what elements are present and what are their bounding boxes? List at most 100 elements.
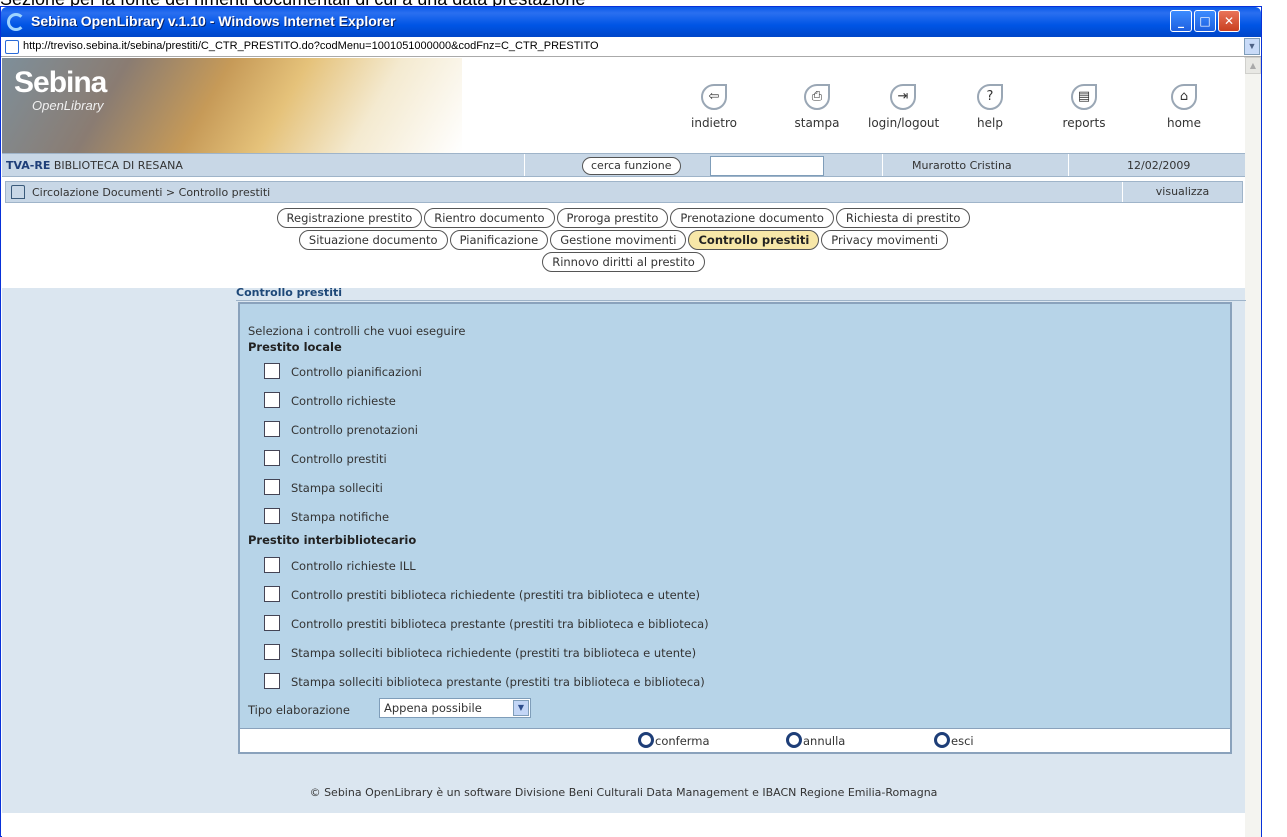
checkbox[interactable] <box>264 557 280 573</box>
checkbox[interactable] <box>264 586 280 602</box>
title-bar[interactable]: Sebina OpenLibrary v.1.10 - Windows Inte… <box>1 7 1261 37</box>
user-name: Murarotto Cristina <box>912 159 1012 172</box>
toolbar-stampa[interactable]: ⎙ stampa <box>782 84 852 130</box>
breadcrumb-bar: Circolazione Documenti > Controllo prest… <box>5 181 1243 203</box>
page-icon <box>5 40 19 54</box>
tipo-elaborazione-label: Tipo elaborazione <box>248 703 350 717</box>
tab-rinnovo-diritti[interactable]: Rinnovo diritti al prestito <box>542 252 705 272</box>
checkbox[interactable] <box>264 479 280 495</box>
logout-icon: ⇥ <box>890 84 916 110</box>
conferma-button[interactable]: conferma <box>638 732 710 748</box>
tab-proroga-prestito[interactable]: Proroga prestito <box>556 208 669 228</box>
address-bar[interactable]: http://treviso.sebina.it/sebina/prestiti… <box>1 37 1261 57</box>
tab-prenotazione-documento[interactable]: Prenotazione documento <box>670 208 834 228</box>
button-label: esci <box>951 734 974 748</box>
option-label: Controllo prestiti biblioteca richiedent… <box>291 588 701 602</box>
tab-row: Situazione documento Pianificazione Gestio… <box>2 230 1245 250</box>
group-prestito-locale: Prestito locale <box>248 340 342 354</box>
ie-icon <box>7 13 25 31</box>
function-search-input[interactable] <box>710 156 824 176</box>
tab-pianificazione[interactable]: Pianificazione <box>449 230 549 250</box>
address-url[interactable]: http://treviso.sebina.it/sebina/prestiti… <box>23 40 599 52</box>
toolbar-indietro[interactable]: ⇦ indietro <box>679 84 749 130</box>
option-label: Stampa solleciti biblioteca prestante (p… <box>291 675 705 689</box>
tab-rientro-documento[interactable]: Rientro documento <box>424 208 555 228</box>
help-icon: ? <box>977 84 1003 110</box>
browser-window: Sebina OpenLibrary v.1.10 - Windows Inte… <box>0 6 1262 837</box>
controllo-prestiti-form: Seleziona i controlli che vuoi eseguire … <box>238 302 1232 754</box>
option-label: Stampa notifiche <box>291 510 390 524</box>
option-label: Controllo prenotazioni <box>291 423 418 437</box>
back-icon: ⇦ <box>701 84 727 110</box>
page-content: Sebina OpenLibrary ⇦ indietro ⎙ stampa ⇥… <box>2 58 1246 837</box>
home-icon[interactable] <box>11 185 25 199</box>
select-value: Appena possibile <box>384 701 482 715</box>
button-label: conferma <box>655 734 710 748</box>
cerca-funzione-button[interactable]: cerca funzione <box>582 157 681 175</box>
window-title: Sebina OpenLibrary v.1.10 - Windows Inte… <box>31 13 396 29</box>
app-header: Sebina OpenLibrary ⇦ indietro ⎙ stampa ⇥… <box>2 58 1245 153</box>
tab-registrazione-prestito[interactable]: Registrazione prestito <box>276 208 423 228</box>
vertical-scrollbar[interactable]: ▲ <box>1244 57 1261 837</box>
option-label: Stampa solleciti <box>291 481 383 495</box>
library-label: BIBLIOTECA DI RESANA <box>50 159 183 172</box>
separator <box>524 154 525 176</box>
logo-subtitle: OpenLibrary <box>32 98 104 113</box>
radio-icon <box>638 732 654 748</box>
separator <box>882 154 883 176</box>
option-label: Controllo richieste <box>291 394 396 408</box>
visualizza-button[interactable]: visualizza <box>1122 182 1242 202</box>
tab-richiesta-di-prestito[interactable]: Richiesta di prestito <box>835 208 971 228</box>
esci-button[interactable]: esci <box>934 732 974 748</box>
toolbar-login-logout[interactable]: ⇥ login/logout <box>868 84 940 130</box>
button-label: annulla <box>803 734 846 748</box>
checkbox[interactable] <box>264 421 280 437</box>
toolbar-label: help <box>977 116 1003 130</box>
annulla-button[interactable]: annulla <box>786 732 845 748</box>
toolbar-home[interactable]: ⌂ home <box>1149 84 1219 130</box>
toolbar-help[interactable]: ? help <box>955 84 1025 130</box>
toolbar-label: stampa <box>794 116 840 130</box>
toolbar-label: login/logout <box>868 116 940 130</box>
checkbox[interactable] <box>264 363 280 379</box>
current-date: 12/02/2009 <box>1127 159 1191 172</box>
checkbox[interactable] <box>264 615 280 631</box>
minimize-button[interactable]: _ <box>1170 10 1192 32</box>
separator <box>1068 154 1069 176</box>
reports-icon: ▤ <box>1071 84 1097 110</box>
maximize-button[interactable]: □ <box>1194 10 1216 32</box>
group-prestito-interbibliotecario: Prestito interbibliotecario <box>248 533 417 547</box>
logo: Sebina <box>14 66 107 99</box>
address-dropdown-icon[interactable]: ▼ <box>1244 38 1260 55</box>
tab-gestione-movimenti[interactable]: Gestione movimenti <box>550 230 687 250</box>
option-label: Controllo richieste ILL <box>291 559 416 573</box>
scroll-up-icon[interactable]: ▲ <box>1245 57 1261 74</box>
chevron-down-icon[interactable]: ▼ <box>513 700 529 716</box>
back-arrow-icon <box>934 732 950 748</box>
divider <box>236 300 1246 301</box>
option-label: Stampa solleciti biblioteca richiedente … <box>291 646 697 660</box>
instructions: Seleziona i controlli che vuoi eseguire <box>248 324 466 338</box>
toolbar-label: indietro <box>691 116 737 130</box>
tab-controllo-prestiti[interactable]: Controllo prestiti <box>688 230 820 250</box>
close-button[interactable]: ✕ <box>1218 10 1240 32</box>
option-label: Controllo pianificazioni <box>291 365 422 379</box>
toolbar-reports[interactable]: ▤ reports <box>1049 84 1119 130</box>
toolbar-label: reports <box>1062 116 1106 130</box>
checkbox[interactable] <box>264 508 280 524</box>
info-bar: TVA-RE BIBLIOTECA DI RESANA cerca funzio… <box>2 153 1245 177</box>
tab-situazione-documento[interactable]: Situazione documento <box>298 230 448 250</box>
library-code: TVA-RE <box>6 159 51 172</box>
breadcrumb[interactable]: Circolazione Documenti > Controllo prest… <box>32 186 270 199</box>
form-actions: conferma annulla esci <box>240 728 1230 752</box>
logo-banner: Sebina OpenLibrary <box>2 58 462 153</box>
checkbox[interactable] <box>264 673 280 689</box>
checkbox[interactable] <box>264 450 280 466</box>
home-icon: ⌂ <box>1171 84 1197 110</box>
tipo-elaborazione-select[interactable]: Appena possibile ▼ <box>379 698 531 718</box>
radio-icon <box>786 732 802 748</box>
checkbox[interactable] <box>264 392 280 408</box>
checkbox[interactable] <box>264 644 280 660</box>
tab-privacy-movimenti[interactable]: Privacy movimenti <box>821 230 949 250</box>
option-label: Controllo prestiti <box>291 452 387 466</box>
